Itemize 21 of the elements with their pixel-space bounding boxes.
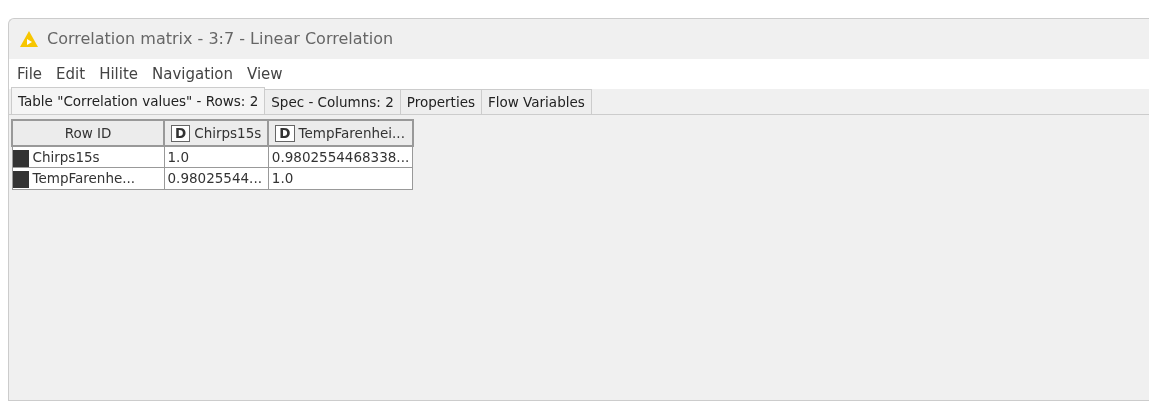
- menu-item[interactable]: View: [247, 62, 283, 86]
- column-header[interactable]: D TempFarenhei...: [268, 120, 413, 146]
- type-icon: D: [275, 124, 295, 142]
- row-id: Chirps15s: [32, 149, 100, 165]
- column-name: Chirps15s: [194, 124, 262, 141]
- window-title: Correlation matrix - 3:7 - Linear Correlation: [47, 28, 394, 50]
- row-id: TempFarenhe...: [32, 170, 136, 187]
- tab[interactable]: Flow Variables: [481, 88, 592, 114]
- row-marker: [12, 170, 29, 188]
- menu-item[interactable]: Navigation: [152, 62, 233, 86]
- warning-icon: [19, 30, 39, 48]
- row-marker: [12, 149, 29, 167]
- tab[interactable]: Table "Correlation values" - Rows: 2: [11, 86, 266, 114]
- table-cell: 0.9802554468338...: [268, 146, 413, 168]
- column-name: TempFarenhei...: [298, 124, 405, 141]
- menu-item[interactable]: Edit: [56, 62, 86, 86]
- column-header[interactable]: D Chirps15s: [164, 120, 269, 146]
- column-header[interactable]: Row ID: [12, 120, 164, 146]
- menu-item[interactable]: File: [17, 62, 43, 86]
- menu-item[interactable]: Hilite: [99, 62, 139, 86]
- type-icon: D: [171, 124, 191, 142]
